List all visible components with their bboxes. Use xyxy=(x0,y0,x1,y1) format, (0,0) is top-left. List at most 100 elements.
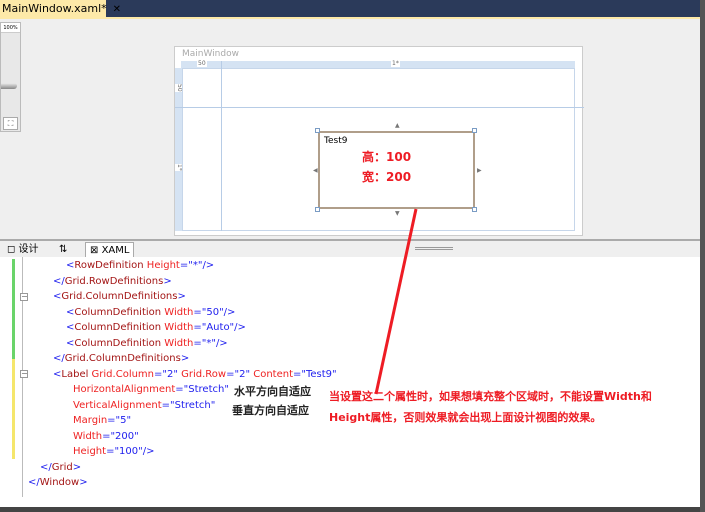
code-token: ="*"/> xyxy=(179,260,215,271)
window-edge xyxy=(0,507,700,512)
code-line[interactable]: <ColumnDefinition Width="50"/> xyxy=(66,307,235,319)
code-token: ="Test9" xyxy=(293,368,337,380)
code-line[interactable]: Margin="5" xyxy=(73,415,131,427)
code-token: > xyxy=(177,291,186,302)
code-line[interactable]: HorizontalAlignment="Stretch" xyxy=(73,384,229,396)
collapse-icon[interactable]: − xyxy=(20,293,28,301)
height-annotation: 高：100 xyxy=(362,150,412,164)
code-token: Content xyxy=(253,368,294,380)
margin-arrow-icon: ▶ xyxy=(477,167,482,174)
code-token: Width xyxy=(164,322,194,333)
code-token: </ xyxy=(40,461,52,473)
code-token: Window xyxy=(39,477,80,488)
code-line[interactable]: <Grid.ColumnDefinitions> xyxy=(53,291,186,303)
tab-design-label: 设计 xyxy=(18,244,39,255)
code-token: Width xyxy=(73,430,103,442)
code-token: HorizontalAlignment xyxy=(73,384,176,395)
code-token: ="Stretch" xyxy=(175,384,229,395)
code-token: ="50"/> xyxy=(193,306,236,318)
code-token: ColumnDefinition xyxy=(74,337,165,349)
code-token: Height xyxy=(146,260,180,271)
window-title: MainWindow xyxy=(182,49,239,59)
zoom-level: 100% xyxy=(1,23,20,33)
code-token: ="100"/> xyxy=(106,446,155,457)
code-token: ="*"/> xyxy=(193,337,228,349)
code-token: ="Auto"/> xyxy=(193,322,246,333)
xaml-editor[interactable]: − − <RowDefinition Height="*"/> </Grid.Ro… xyxy=(0,257,700,507)
code-line[interactable]: Height="100"/> xyxy=(73,446,154,458)
code-token: ColumnDefinition xyxy=(74,322,165,333)
change-marker-unsaved xyxy=(12,359,15,459)
margin-arrow-icon: ◀ xyxy=(313,167,318,174)
collapse-icon[interactable]: − xyxy=(20,370,28,378)
code-token: Grid.Column xyxy=(91,368,155,380)
code-token: Grid.Row xyxy=(181,368,227,380)
code-token: > xyxy=(79,477,88,488)
code-token: > xyxy=(180,353,190,364)
code-line[interactable]: </Window> xyxy=(28,477,88,489)
col-ruler-label: 1* xyxy=(391,60,400,67)
column-gridline xyxy=(221,61,222,231)
tab-xaml[interactable]: ⊠ XAML xyxy=(85,242,135,258)
code-line[interactable]: <ColumnDefinition Width="*"/> xyxy=(66,338,228,350)
code-token: ="2" xyxy=(154,368,182,380)
resize-handle[interactable] xyxy=(472,207,477,212)
code-line[interactable]: <ColumnDefinition Width="Auto"/> xyxy=(66,322,246,334)
code-token: Width xyxy=(164,337,194,349)
margin-arrow-icon: ▲ xyxy=(395,122,400,129)
label-content: Test9 xyxy=(324,136,348,146)
code-token: ="Stretch" xyxy=(161,399,216,411)
row-ruler[interactable]: 50 1* xyxy=(175,68,183,231)
label-test9[interactable]: Test9 高：100 宽：200 xyxy=(318,131,475,209)
explanation-line-2: Height属性，否则效果就会出现上面设计视图的效果。 xyxy=(329,411,602,424)
zoom-thumb[interactable] xyxy=(1,83,17,89)
code-line[interactable]: <RowDefinition Height="*"/> xyxy=(66,260,214,272)
code-line[interactable]: </Grid> xyxy=(40,462,81,474)
code-line[interactable]: Width="200" xyxy=(73,431,139,443)
resize-handle[interactable] xyxy=(315,207,320,212)
tab-design[interactable]: ◻ 设计 xyxy=(3,242,42,258)
resize-handle[interactable] xyxy=(472,128,477,133)
code-token: ColumnDefinition xyxy=(74,306,165,318)
code-token: > xyxy=(72,461,82,473)
view-tabs: ◻ 设计 ⇅ ⊠ XAML xyxy=(0,239,700,258)
tab-xaml-label: XAML xyxy=(101,245,130,256)
code-token: Label xyxy=(61,368,92,380)
close-icon[interactable]: ✕ xyxy=(113,4,121,15)
splitter-grip[interactable] xyxy=(415,247,453,250)
code-line[interactable]: </Grid.ColumnDefinitions> xyxy=(53,353,189,365)
code-line[interactable]: <Label Grid.Column="2" Grid.Row="2" Cont… xyxy=(53,369,337,381)
code-line[interactable]: </Grid.RowDefinitions> xyxy=(53,276,172,288)
code-token: > xyxy=(163,275,172,287)
code-token: Grid.ColumnDefinitions xyxy=(64,353,181,364)
note-horizontal: 水平方向自适应 xyxy=(234,385,311,398)
code-token: </ xyxy=(53,353,65,364)
note-vertical: 垂直方向自适应 xyxy=(232,404,309,417)
code-token: Grid.RowDefinitions xyxy=(64,275,164,287)
code-token: Width xyxy=(164,306,194,318)
code-token: </ xyxy=(53,275,65,287)
swap-panes-button[interactable]: ⇅ xyxy=(55,242,71,258)
code-token: ="2" xyxy=(226,368,254,380)
code-token: ="5" xyxy=(107,415,132,426)
width-annotation: 宽：200 xyxy=(362,170,412,184)
code-token: RowDefinition xyxy=(74,260,147,271)
column-ruler[interactable]: 50 1* xyxy=(181,61,575,68)
code-token: ="200" xyxy=(102,430,139,442)
fit-to-screen-icon[interactable]: ⛶ xyxy=(3,117,18,130)
col-ruler-label: 50 xyxy=(197,60,207,67)
explanation-line-1: 当设置这二个属性时，如果想填充整个区域时，不能设置Width和 xyxy=(329,390,652,403)
row-gridline xyxy=(175,107,584,108)
code-token: Margin xyxy=(73,415,108,426)
tab-mainwindow-xaml[interactable]: MainWindow.xaml* ✕ xyxy=(0,0,121,18)
window-edge xyxy=(700,0,705,512)
zoom-slider[interactable]: 100% ⛶ xyxy=(0,22,21,132)
code-token: Height xyxy=(73,446,107,457)
resize-handle[interactable] xyxy=(315,128,320,133)
code-token: Grid xyxy=(51,461,73,473)
margin-arrow-icon: ▼ xyxy=(395,210,400,217)
change-marker-saved xyxy=(12,259,15,359)
code-token: Grid.ColumnDefinitions xyxy=(61,291,178,302)
code-token: </ xyxy=(28,477,40,488)
code-line[interactable]: VerticalAlignment="Stretch" xyxy=(73,400,215,412)
